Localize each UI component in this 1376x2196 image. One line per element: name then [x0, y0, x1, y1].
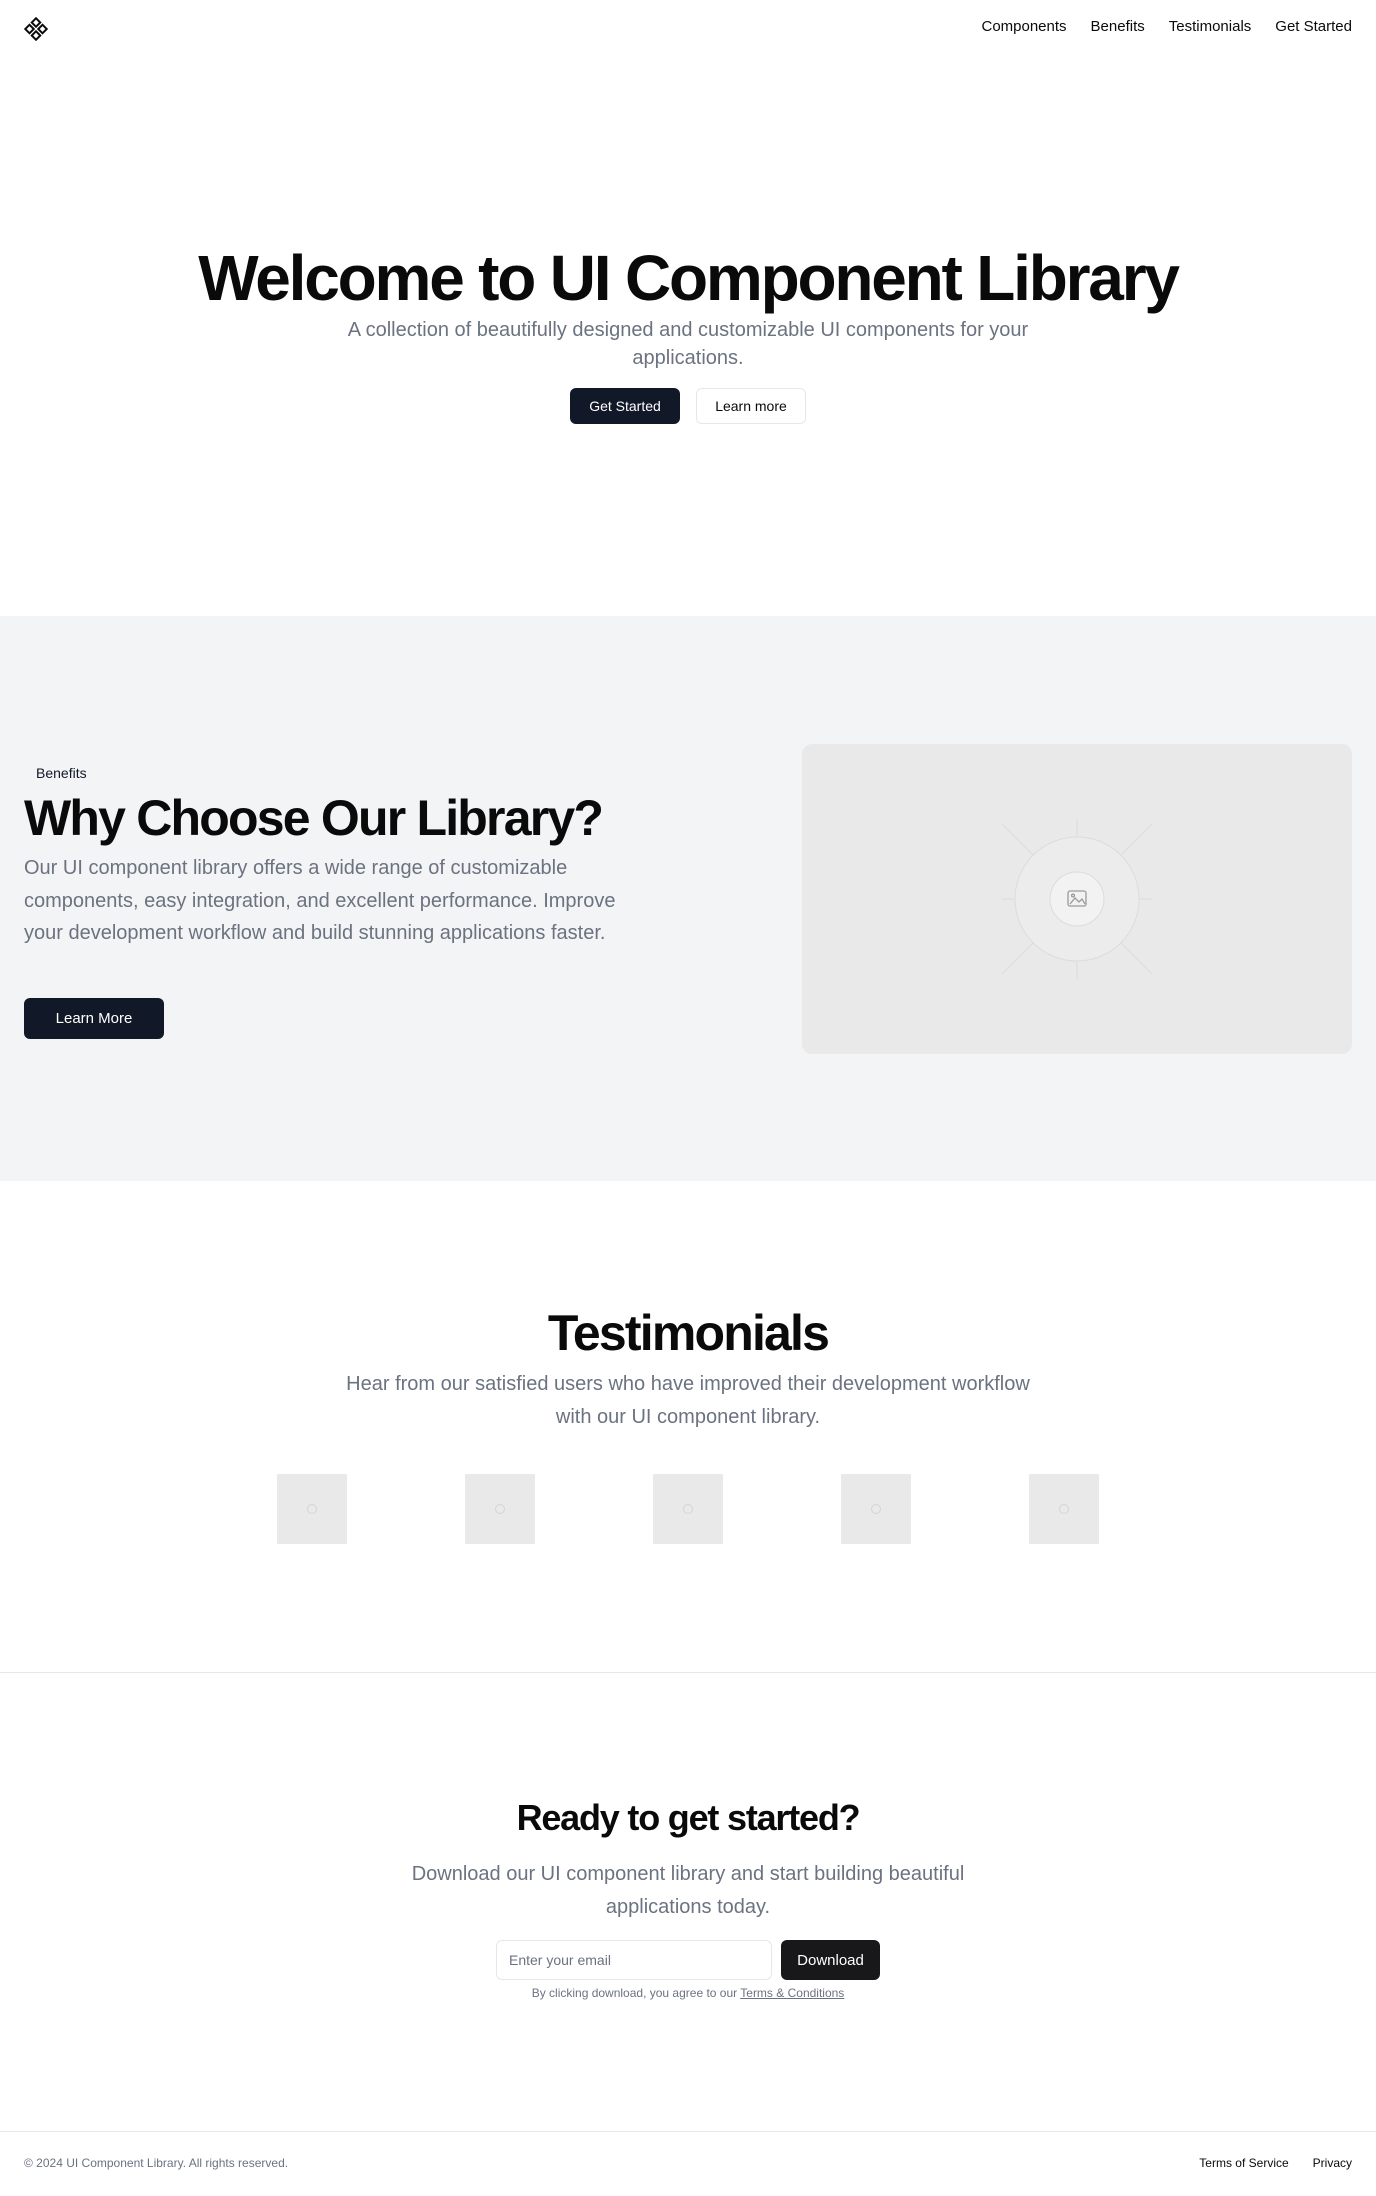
footer-link-privacy[interactable]: Privacy	[1313, 2156, 1352, 2170]
terms-conditions-link[interactable]: Terms & Conditions	[740, 1986, 844, 2000]
terms-notice: By clicking download, you agree to our T…	[0, 1986, 1376, 2000]
hero-title: Welcome to UI Component Library	[198, 242, 1180, 314]
learn-more-outline-button[interactable]: Learn more	[696, 388, 806, 424]
testimonials-title: Testimonials	[547, 1305, 830, 1361]
nav-link-get-started[interactable]: Get Started	[1275, 18, 1352, 35]
nav-link-components[interactable]: Components	[981, 18, 1066, 35]
image-placeholder-icon	[683, 1504, 693, 1514]
cta-subtitle: Download our UI component library and st…	[411, 1863, 965, 1918]
section-divider	[0, 1672, 1376, 1673]
testimonial-thumbnail	[1029, 1474, 1099, 1544]
benefits-learn-more-button[interactable]: Learn More	[24, 998, 164, 1039]
terms-text: By clicking download, you agree to our	[531, 1986, 738, 2000]
testimonial-thumbnail	[277, 1474, 347, 1544]
hero-subtitle: A collection of beautifully designed and…	[347, 319, 1029, 369]
benefits-description: Our UI component library offers a wide r…	[24, 857, 616, 944]
image-placeholder-icon	[1059, 1504, 1069, 1514]
image-placeholder-icon	[1001, 819, 1153, 979]
footer-links: Terms of Service Privacy	[1199, 2156, 1352, 2170]
cta-title: Ready to get started?	[516, 1797, 861, 1838]
benefits-image-placeholder	[802, 744, 1352, 1054]
nav-link-testimonials[interactable]: Testimonials	[1169, 18, 1252, 35]
image-placeholder-icon	[495, 1504, 505, 1514]
footer-divider	[0, 2131, 1376, 2132]
benefits-badge: Benefits	[24, 762, 99, 784]
nav-links: Components Benefits Testimonials Get Sta…	[981, 18, 1352, 35]
testimonial-thumbnail	[841, 1474, 911, 1544]
get-started-button[interactable]: Get Started	[570, 388, 680, 424]
testimonials-subtitle: Hear from our satisfied users who have i…	[346, 1373, 1030, 1428]
diamond-grid-logo-icon[interactable]	[24, 17, 48, 41]
image-placeholder-icon	[307, 1504, 317, 1514]
image-placeholder-icon	[871, 1504, 881, 1514]
email-input[interactable]	[496, 1940, 772, 1980]
benefits-section: Benefits Why Choose Our Library? Our UI …	[0, 616, 1376, 1181]
testimonial-thumbnail	[465, 1474, 535, 1544]
nav-link-benefits[interactable]: Benefits	[1091, 18, 1145, 35]
benefits-title: Why Choose Our Library?	[24, 790, 604, 846]
top-navbar: Components Benefits Testimonials Get Sta…	[0, 0, 1376, 56]
footer-link-terms-of-service[interactable]: Terms of Service	[1199, 2156, 1288, 2170]
download-button[interactable]: Download	[781, 1940, 880, 1980]
testimonial-thumbnails	[277, 1474, 1099, 1544]
testimonial-thumbnail	[653, 1474, 723, 1544]
copyright-text: © 2024 UI Component Library. All rights …	[24, 2156, 289, 2170]
